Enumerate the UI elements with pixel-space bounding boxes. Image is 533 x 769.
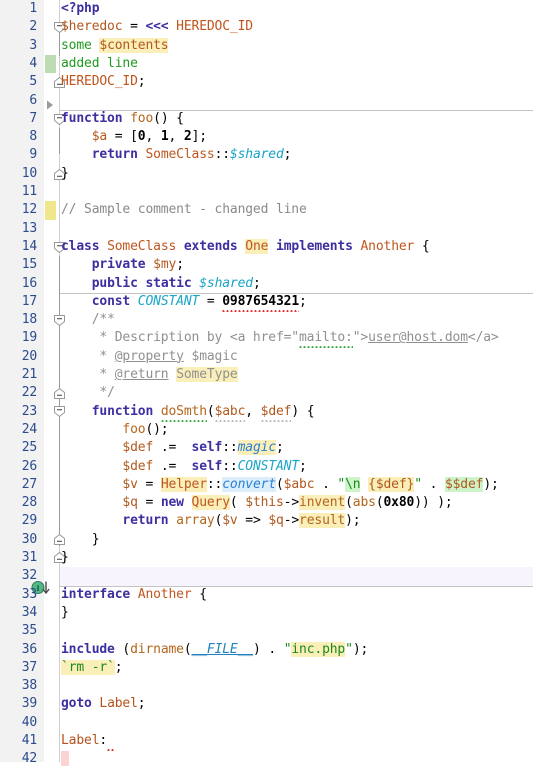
- code-line-5[interactable]: HEREDOC_ID;: [61, 73, 146, 91]
- code-line-25[interactable]: $def .= self::magic;: [61, 439, 284, 457]
- line-number: 35: [21, 623, 37, 639]
- line-number: 28: [21, 495, 37, 511]
- line-number: 3: [29, 37, 37, 53]
- code-line-1[interactable]: <?php: [61, 0, 100, 18]
- code-line-15[interactable]: private $my;: [61, 256, 184, 274]
- line-number: 38: [21, 678, 37, 694]
- line-number: 19: [21, 330, 37, 346]
- code-line-37[interactable]: `rm -r`;: [61, 659, 123, 677]
- line-number: 26: [21, 458, 37, 474]
- line-number: 12: [21, 202, 37, 218]
- code-line-8[interactable]: $a = [0, 1, 2];: [61, 128, 207, 146]
- code-line-34[interactable]: }: [61, 604, 69, 622]
- line-number: 27: [21, 476, 37, 492]
- line-number: 11: [21, 184, 37, 199]
- line-number: 14: [21, 238, 37, 254]
- line-number: 8: [29, 129, 37, 145]
- caret-error-marker: [61, 751, 69, 767]
- code-line-2[interactable]: $heredoc = <<< HEREDOC_ID: [61, 18, 253, 36]
- code-line-33[interactable]: interface Another {: [61, 586, 207, 604]
- line-number: 39: [21, 696, 37, 712]
- line-number: 16: [21, 275, 37, 291]
- line-number: 41: [21, 733, 37, 748]
- code-line-31[interactable]: }: [61, 549, 69, 567]
- code-line-28[interactable]: $q = new Query( $this->invent(abs(0x80))…: [61, 494, 453, 512]
- line-number: 33: [21, 586, 37, 602]
- code-line-26[interactable]: $def .= self::CONSTANT;: [61, 458, 306, 476]
- line-number: 20: [21, 348, 37, 364]
- code-line-41[interactable]: Label:: [61, 732, 115, 751]
- line-number: 32: [21, 568, 37, 584]
- change-bar-added[interactable]: [45, 54, 56, 74]
- change-bar-modified[interactable]: [45, 201, 56, 220]
- line-number: 42: [21, 751, 37, 767]
- code-line-36[interactable]: include (dirname(__FILE__) . "inc.php");: [61, 641, 368, 659]
- line-number: 40: [21, 714, 37, 730]
- fold-guide: [59, 420, 60, 530]
- line-number: 25: [21, 440, 37, 456]
- line-number: 24: [21, 421, 37, 437]
- code-line-39[interactable]: goto Label;: [61, 695, 146, 713]
- line-number: 30: [21, 531, 37, 547]
- code-line-42[interactable]: [61, 750, 69, 768]
- code-line-19[interactable]: * Description by <a href="mailto:">user@…: [61, 329, 499, 349]
- code-line-7[interactable]: function foo() {: [61, 110, 184, 128]
- code-line-16[interactable]: public static $shared;: [61, 275, 261, 293]
- code-line-30[interactable]: }: [61, 531, 100, 549]
- line-number: 9: [29, 147, 37, 163]
- line-number: 7: [29, 110, 37, 126]
- line-number: 15: [21, 257, 37, 273]
- line-number: 17: [21, 293, 37, 309]
- line-number: 31: [21, 550, 37, 565]
- line-number: 21: [21, 367, 37, 382]
- line-number: 22: [21, 385, 37, 401]
- triangle-right-icon[interactable]: [44, 96, 56, 110]
- code-line-9[interactable]: return SomeClass::$shared;: [61, 146, 292, 164]
- code-line-17[interactable]: const CONSTANT = 0987654321;: [61, 293, 307, 312]
- line-number: 1: [29, 1, 37, 16]
- line-number: 2: [29, 19, 37, 35]
- line-number: 6: [29, 92, 37, 108]
- line-number: 5: [29, 74, 37, 90]
- line-number: 36: [21, 641, 37, 657]
- code-line-12[interactable]: // Sample comment - changed line: [61, 201, 307, 219]
- code-line-20[interactable]: * @property $magic: [61, 348, 237, 366]
- code-line-23[interactable]: function doSmth($abc, $def) {: [61, 403, 315, 422]
- code-line-14[interactable]: class SomeClass extends One implements A…: [61, 238, 430, 256]
- code-line-27[interactable]: $v = Helper::convert($abc . "\n {$def}" …: [61, 476, 499, 494]
- line-number: 37: [21, 659, 37, 675]
- code-line-10[interactable]: }: [61, 165, 69, 183]
- code-line-29[interactable]: return array($v => $q->result);: [61, 512, 361, 530]
- caret-line-highlight: [60, 567, 533, 586]
- line-number: 23: [21, 403, 37, 419]
- line-number: 4: [29, 55, 37, 71]
- fold-guide: [59, 329, 60, 389]
- line-number: 10: [21, 165, 37, 181]
- code-editor[interactable]: I 1 2 3 4 5 6 7 8 9 10 11 12 13 14 15 16…: [0, 0, 533, 767]
- fold-guide: [59, 128, 60, 154]
- line-number: 34: [21, 604, 37, 620]
- code-line-24[interactable]: foo();: [61, 421, 168, 439]
- line-number: 29: [21, 513, 37, 529]
- code-line-3[interactable]: some $contents: [61, 37, 169, 55]
- line-number: 18: [21, 312, 37, 328]
- code-line-22[interactable]: */: [61, 384, 115, 402]
- code-line-21[interactable]: * @return SomeType: [61, 366, 238, 384]
- line-number: 13: [21, 220, 37, 236]
- code-line-18[interactable]: /**: [61, 311, 115, 329]
- code-line-4[interactable]: added line: [61, 55, 138, 73]
